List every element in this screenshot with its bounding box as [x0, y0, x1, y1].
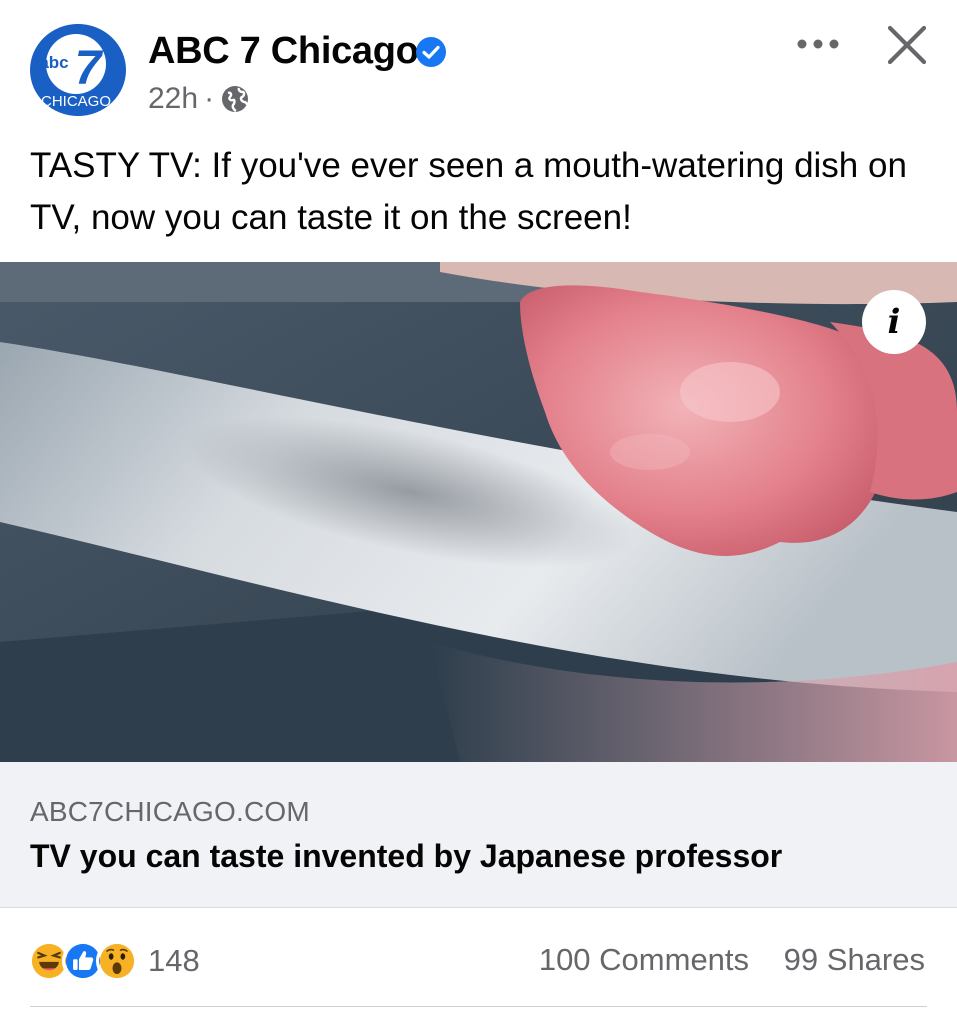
verified-badge-icon	[416, 37, 446, 67]
link-title[interactable]: TV you can taste invented by Japanese pr…	[30, 838, 782, 875]
reaction-count: 148	[148, 943, 200, 978]
page-avatar[interactable]: abc 7 CHICAGO	[30, 24, 126, 116]
page-name[interactable]: ABC 7 Chicago	[148, 30, 419, 73]
more-options-icon[interactable]	[794, 30, 842, 58]
tongue-licking-screen-image	[0, 262, 957, 762]
abc7-logo: abc 7 CHICAGO	[32, 24, 124, 116]
link-domain: ABC7CHICAGO.COM	[30, 796, 310, 827]
engagement-counts: 100 Comments 99 Shares	[539, 942, 925, 978]
meta-separator: ·	[204, 82, 215, 115]
post-header: abc 7 CHICAGO ABC 7 Chicago 22h ·	[0, 0, 957, 140]
post-footer: 148 100 Comments 99 Shares	[0, 908, 957, 1024]
post-text: TASTY TV: If you've ever seen a mouth-wa…	[30, 146, 907, 237]
logo-number: 7	[75, 42, 104, 95]
comments-count[interactable]: 100 Comments	[539, 942, 749, 977]
close-icon[interactable]	[884, 22, 930, 68]
reactions-summary[interactable]: 148	[28, 938, 200, 984]
logo-text-bottom: CHICAGO	[41, 93, 111, 110]
wow-icon	[96, 940, 138, 982]
globe-icon	[222, 86, 249, 113]
post-timestamp[interactable]: 22h	[148, 82, 198, 116]
shares-count[interactable]: 99 Shares	[784, 942, 925, 977]
post-image[interactable]	[0, 262, 957, 762]
info-icon[interactable]: i	[862, 290, 926, 354]
post-meta: 22h ·	[148, 82, 250, 116]
logo-text-top: abc	[39, 53, 68, 72]
link-preview[interactable]: ABC7CHICAGO.COM TV you can taste invente…	[0, 762, 957, 908]
footer-divider	[30, 1006, 927, 1007]
